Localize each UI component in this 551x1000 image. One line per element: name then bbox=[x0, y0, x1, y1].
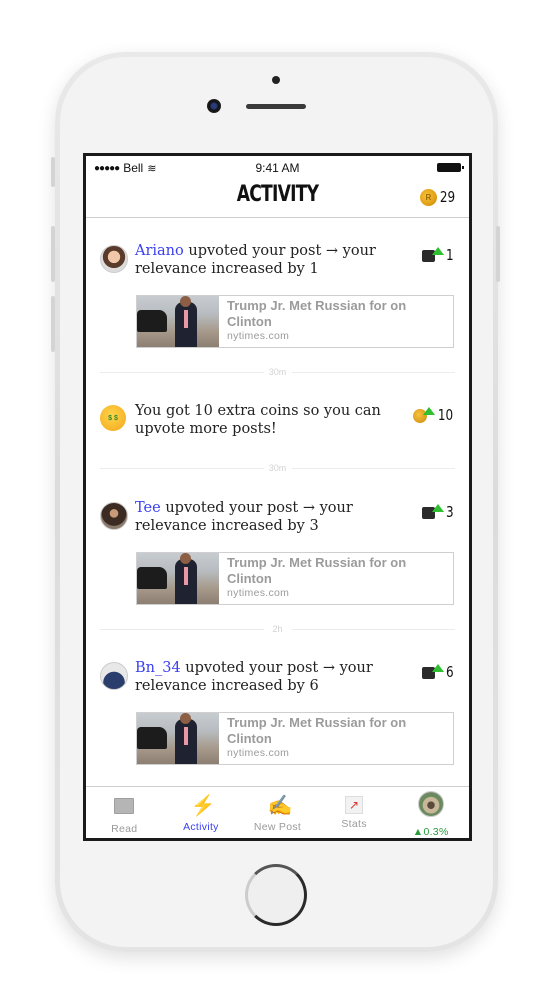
link-title: Trump Jr. Met Russian for on Clinton bbox=[227, 715, 407, 746]
home-button[interactable] bbox=[245, 864, 307, 926]
link-domain: nytimes.com bbox=[227, 747, 290, 759]
relevance-badge: 6 bbox=[422, 663, 455, 681]
proximity-sensor bbox=[272, 76, 280, 84]
avatar[interactable] bbox=[100, 502, 128, 530]
activity-feed[interactable]: Ariano upvoted your post → your relevanc… bbox=[86, 218, 469, 778]
activity-text: Ariano upvoted your post → your relevanc… bbox=[135, 242, 395, 278]
lightning-icon: ⚡ bbox=[190, 795, 216, 817]
activity-item[interactable]: Bn_34 upvoted your post → your relevance… bbox=[100, 659, 455, 772]
activity-text: You got 10 extra coins so you can upvote… bbox=[135, 403, 381, 437]
link-preview-card[interactable]: Trump Jr. Met Russian for on Clinton nyt… bbox=[136, 295, 454, 348]
tab-label: New Post bbox=[253, 821, 302, 833]
activity-message: upvoted your post → your relevance incre… bbox=[135, 500, 353, 534]
avatar[interactable] bbox=[100, 245, 128, 273]
avatar[interactable] bbox=[100, 662, 128, 690]
link-domain: nytimes.com bbox=[227, 587, 290, 599]
tab-read[interactable]: Read bbox=[86, 787, 163, 838]
activity-item[interactable]: Ariano upvoted your post → your relevanc… bbox=[100, 242, 455, 355]
time-separator: 30m bbox=[100, 462, 455, 474]
badge-value: 1 bbox=[446, 246, 455, 264]
status-time: 9:41 AM bbox=[255, 161, 300, 175]
activity-text: Tee upvoted your post → your relevance i… bbox=[135, 499, 395, 535]
money-mouth-face-icon: $ $ bbox=[100, 405, 126, 431]
earpiece-speaker bbox=[246, 104, 306, 109]
time-separator-label: 30m bbox=[263, 462, 292, 474]
nav-header: ACTIVITY R 29 bbox=[86, 178, 469, 218]
activity-item[interactable]: $ $ You got 10 extra coins so you can up… bbox=[100, 403, 455, 445]
coin-balance[interactable]: R 29 bbox=[419, 188, 457, 206]
link-thumbnail bbox=[137, 296, 219, 347]
badge-value: 3 bbox=[446, 503, 455, 521]
username-link[interactable]: Ariano bbox=[135, 243, 184, 259]
relevance-badge: 1 bbox=[422, 246, 455, 264]
tab-label: Activity bbox=[183, 821, 219, 833]
app-screen: ●●●●● Bell ≋ 9:41 AM ACTIVITY R 29 Arian… bbox=[83, 153, 472, 841]
username-link[interactable]: Bn_34 bbox=[135, 660, 181, 676]
coin-up-icon bbox=[412, 407, 435, 423]
coin-count: 29 bbox=[439, 188, 456, 206]
front-camera-icon bbox=[207, 99, 221, 113]
coin-icon: R bbox=[419, 188, 437, 206]
tab-label: Read bbox=[111, 823, 138, 835]
relevance-badge: 3 bbox=[422, 503, 455, 521]
tab-new-post[interactable]: ✍ New Post bbox=[239, 787, 316, 838]
activity-text: Bn_34 upvoted your post → your relevance… bbox=[135, 659, 395, 695]
power-button bbox=[496, 226, 500, 282]
link-domain: nytimes.com bbox=[227, 330, 290, 342]
newspaper-icon bbox=[114, 798, 135, 814]
relevance-up-icon bbox=[422, 247, 445, 263]
link-preview-card[interactable]: Trump Jr. Met Russian for on Clinton nyt… bbox=[136, 712, 454, 765]
battery-icon bbox=[437, 163, 464, 172]
time-separator-label: 30m bbox=[263, 366, 292, 378]
status-bar: ●●●●● Bell ≋ 9:41 AM bbox=[86, 156, 469, 178]
link-title: Trump Jr. Met Russian for on Clinton bbox=[227, 298, 407, 329]
tab-bar: Read ⚡ Activity ✍ New Post ↗ Stats ▲0.3% bbox=[86, 786, 469, 838]
coin-badge: 10 bbox=[412, 406, 455, 424]
badge-value: 6 bbox=[446, 663, 455, 681]
badge-value: 10 bbox=[437, 406, 454, 424]
username-link[interactable]: Tee bbox=[135, 500, 161, 516]
time-separator: 2h bbox=[100, 623, 455, 635]
profile-avatar bbox=[417, 791, 444, 817]
relevance-up-icon bbox=[422, 664, 445, 680]
tab-label: Stats bbox=[341, 818, 367, 830]
volume-up-button bbox=[51, 226, 55, 282]
page-title: ACTIVITY bbox=[236, 182, 319, 207]
link-thumbnail bbox=[137, 553, 219, 604]
relevance-up-icon bbox=[422, 504, 445, 520]
tab-profile[interactable]: ▲0.3% bbox=[392, 787, 469, 838]
link-thumbnail bbox=[137, 713, 219, 764]
time-separator: 30m bbox=[100, 366, 455, 378]
link-preview-card[interactable]: Trump Jr. Met Russian for on Clinton nyt… bbox=[136, 552, 454, 605]
tab-stats[interactable]: ↗ Stats bbox=[316, 787, 393, 838]
time-separator-label: 2h bbox=[263, 623, 292, 635]
mute-switch bbox=[51, 157, 55, 187]
writing-hand-icon: ✍ bbox=[267, 795, 293, 817]
link-title: Trump Jr. Met Russian for on Clinton bbox=[227, 555, 407, 586]
tab-activity[interactable]: ⚡ Activity bbox=[163, 787, 240, 838]
volume-down-button bbox=[51, 296, 55, 352]
activity-item[interactable]: Tee upvoted your post → your relevance i… bbox=[100, 499, 455, 612]
chart-icon: ↗ bbox=[345, 796, 364, 814]
profile-gain-label: ▲0.3% bbox=[412, 826, 449, 838]
